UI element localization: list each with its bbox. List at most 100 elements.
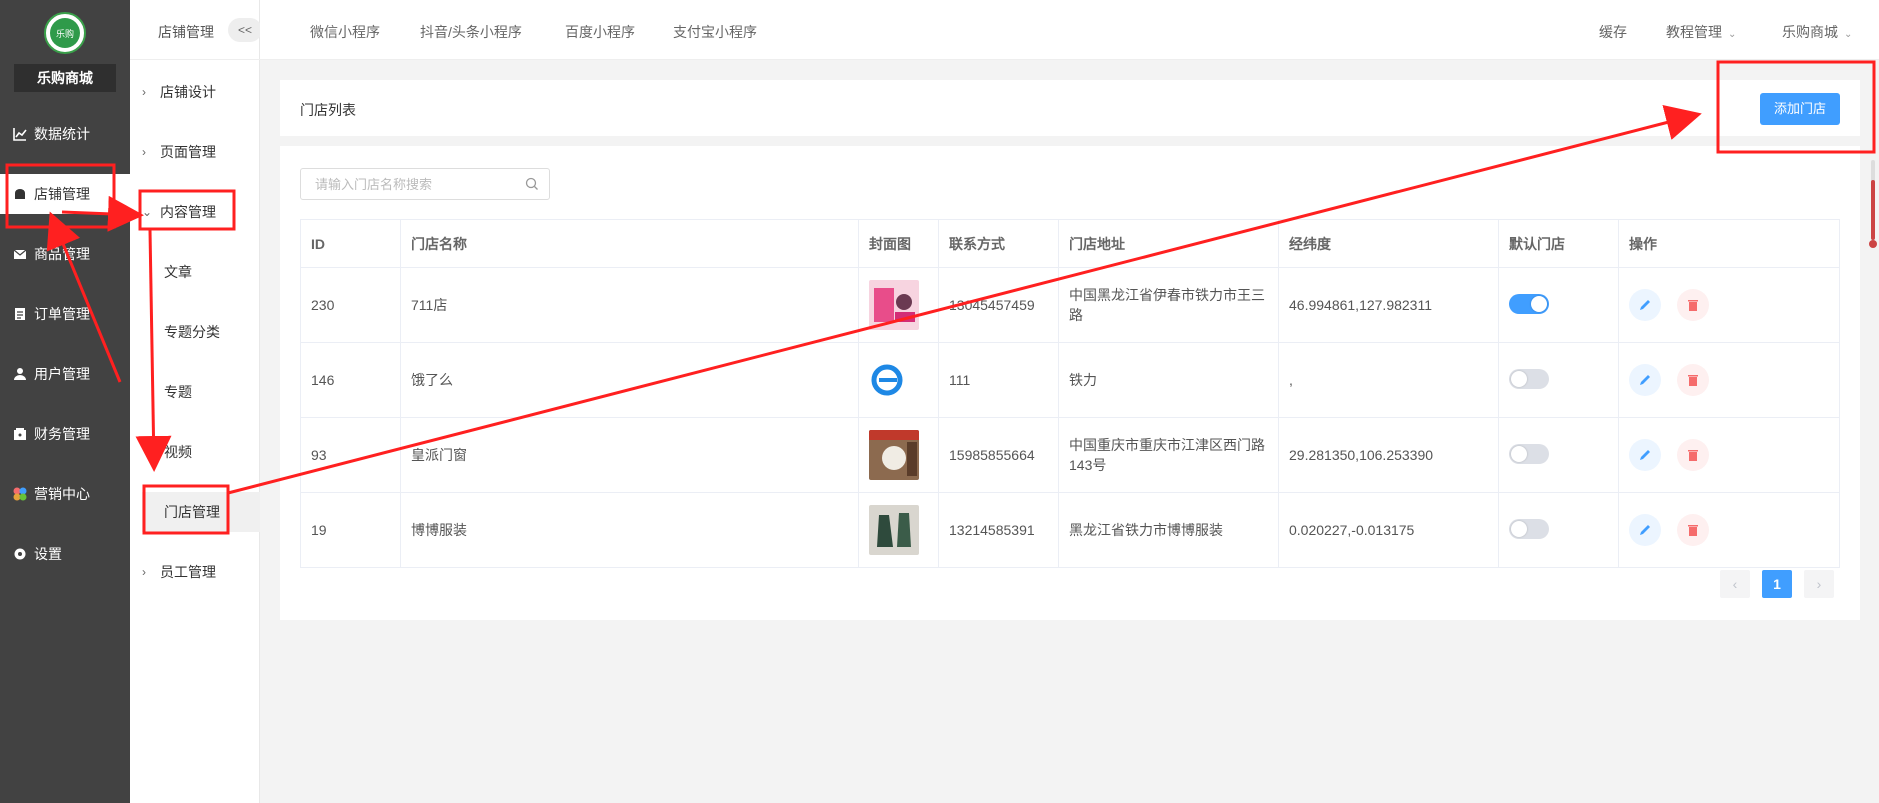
search-input[interactable]	[301, 169, 511, 199]
pencil-icon	[1640, 375, 1650, 385]
col-latlng: 经纬度	[1278, 219, 1499, 268]
cell-id: 93	[300, 417, 401, 493]
submenu-title: 店铺管理	[158, 24, 214, 40]
tutorial-menu[interactable]: 教程管理 ⌄	[1666, 22, 1736, 42]
cell-default	[1498, 267, 1619, 343]
cell-name: 博博服装	[400, 492, 859, 568]
order-icon	[12, 306, 28, 322]
prev-page-button[interactable]: ‹	[1720, 570, 1750, 598]
chevron-down-icon: ⌄	[142, 205, 153, 219]
chevron-right-icon: ›	[142, 145, 146, 159]
tab-alipay[interactable]: 支付宝小程序	[673, 22, 757, 42]
chevron-down-icon: ⌄	[1844, 29, 1853, 40]
cell-latlng: 29.281350,106.253390	[1278, 417, 1499, 493]
default-store-toggle[interactable]	[1509, 368, 1549, 389]
submenu-label: 内容管理	[160, 204, 216, 220]
table-row: 230 711店 13045457459 中国黑龙江省伊春市铁力市王三路 46.…	[300, 267, 1840, 343]
edit-button[interactable]	[1629, 289, 1661, 321]
cell-id: 19	[300, 492, 401, 568]
logo: 乐购	[44, 12, 86, 54]
col-name: 门店名称	[400, 219, 859, 268]
main-sidebar: 乐购 乐购商城 数据统计 店铺管理 商品管理 订单管理 用户管理 财务管理 营销…	[0, 0, 130, 803]
cover-image	[869, 280, 919, 330]
next-page-button[interactable]: ›	[1804, 570, 1834, 598]
edit-button[interactable]	[1629, 514, 1661, 546]
col-phone: 联系方式	[938, 219, 1059, 268]
mail-icon	[12, 246, 28, 262]
sidebar-item-users[interactable]: 用户管理	[0, 354, 130, 394]
col-id: ID	[300, 219, 401, 268]
submenu-item-article[interactable]: 文章	[130, 252, 260, 292]
submenu-item-topic-category[interactable]: 专题分类	[130, 312, 260, 352]
tab-wechat[interactable]: 微信小程序	[310, 22, 380, 42]
delete-button[interactable]	[1676, 289, 1709, 321]
trash-icon	[1687, 375, 1698, 386]
store-list-card: ID 门店名称 封面图 联系方式 门店地址 经纬度 默认门店 操作 230 71…	[280, 146, 1860, 620]
cell-id: 146	[300, 342, 401, 418]
submenu-item-store-manage[interactable]: 门店管理	[142, 492, 260, 532]
cache-link[interactable]: 缓存	[1599, 22, 1627, 42]
store-icon	[12, 186, 28, 202]
delete-button[interactable]	[1676, 364, 1709, 396]
default-store-toggle[interactable]	[1509, 293, 1549, 314]
cell-id: 230	[300, 267, 401, 343]
cell-latlng: ,	[1278, 342, 1499, 418]
tab-baidu[interactable]: 百度小程序	[565, 22, 635, 42]
edit-button[interactable]	[1629, 439, 1661, 471]
sidebar-item-goods[interactable]: 商品管理	[0, 234, 130, 274]
sidebar-item-label: 营销中心	[34, 486, 90, 502]
search-icon[interactable]	[525, 177, 539, 191]
col-default: 默认门店	[1498, 219, 1619, 268]
default-store-toggle[interactable]	[1509, 518, 1549, 539]
cell-latlng: 46.994861,127.982311	[1278, 267, 1499, 343]
sidebar-item-orders[interactable]: 订单管理	[0, 294, 130, 334]
sidebar-item-marketing[interactable]: 营销中心	[0, 474, 130, 514]
sidebar-item-label: 设置	[34, 546, 62, 562]
logo-mark: 乐购	[50, 18, 80, 48]
sidebar-item-settings[interactable]: 设置	[0, 534, 130, 574]
submenu-item-page-manage[interactable]: › 页面管理	[130, 132, 260, 172]
page-number-button[interactable]: 1	[1762, 570, 1792, 598]
submenu-item-topic[interactable]: 专题	[130, 372, 260, 412]
top-nav: 微信小程序 抖音/头条小程序 百度小程序 支付宝小程序 缓存 教程管理 ⌄ 乐购商…	[260, 0, 1879, 60]
cell-name: 饿了么	[400, 342, 859, 418]
cell-actions	[1618, 492, 1840, 568]
sidebar-item-label: 订单管理	[34, 306, 90, 322]
default-store-toggle[interactable]	[1509, 443, 1549, 464]
submenu-item-store-design[interactable]: › 店铺设计	[130, 72, 260, 112]
trash-icon	[1687, 300, 1698, 311]
submenu-label: 专题	[164, 384, 192, 400]
sidebar-item-finance[interactable]: 财务管理	[0, 414, 130, 454]
submenu-label: 视频	[164, 444, 192, 460]
search-box	[300, 168, 550, 200]
sidebar-item-label: 财务管理	[34, 426, 90, 442]
delete-button[interactable]	[1676, 514, 1709, 546]
cell-default	[1498, 492, 1619, 568]
secondary-menu: 店铺管理 << › 店铺设计 › 页面管理 ⌄ 内容管理 文章 专题分类 专题 …	[130, 0, 262, 803]
submenu-header: 店铺管理 <<	[130, 0, 262, 60]
shop-label: 乐购商城	[1782, 24, 1838, 40]
sidebar-item-statistics[interactable]: 数据统计	[0, 114, 130, 154]
edit-button[interactable]	[1629, 364, 1661, 396]
marketing-icon	[12, 486, 28, 502]
delete-button[interactable]	[1676, 439, 1709, 471]
submenu-item-content-manage[interactable]: ⌄ 内容管理	[130, 192, 260, 232]
submenu-item-staff-manage[interactable]: › 员工管理	[130, 552, 260, 592]
chart-icon	[12, 126, 28, 142]
sidebar-item-label: 用户管理	[34, 366, 90, 382]
tab-douyin[interactable]: 抖音/头条小程序	[420, 22, 522, 42]
scrollbar[interactable]	[1869, 160, 1877, 250]
brand-name: 乐购商城	[14, 64, 116, 92]
sidebar-item-store[interactable]: 店铺管理	[0, 174, 130, 214]
table-header-row: ID 门店名称 封面图 联系方式 门店地址 经纬度 默认门店 操作	[300, 219, 1840, 268]
cell-address: 中国黑龙江省伊春市铁力市王三路	[1058, 267, 1279, 343]
collapse-menu-button[interactable]: <<	[228, 18, 262, 42]
add-store-button[interactable]: 添加门店	[1760, 93, 1840, 125]
table-row: 19 博博服装 13214585391 黑龙江省铁力市博博服装 0.020227…	[300, 492, 1840, 568]
shop-menu[interactable]: 乐购商城 ⌄	[1782, 22, 1852, 42]
submenu-item-video[interactable]: 视频	[130, 432, 260, 472]
trash-icon	[1687, 450, 1698, 461]
cell-name: 711店	[400, 267, 859, 343]
cell-cover	[858, 342, 939, 418]
page-title: 门店列表	[300, 102, 356, 118]
